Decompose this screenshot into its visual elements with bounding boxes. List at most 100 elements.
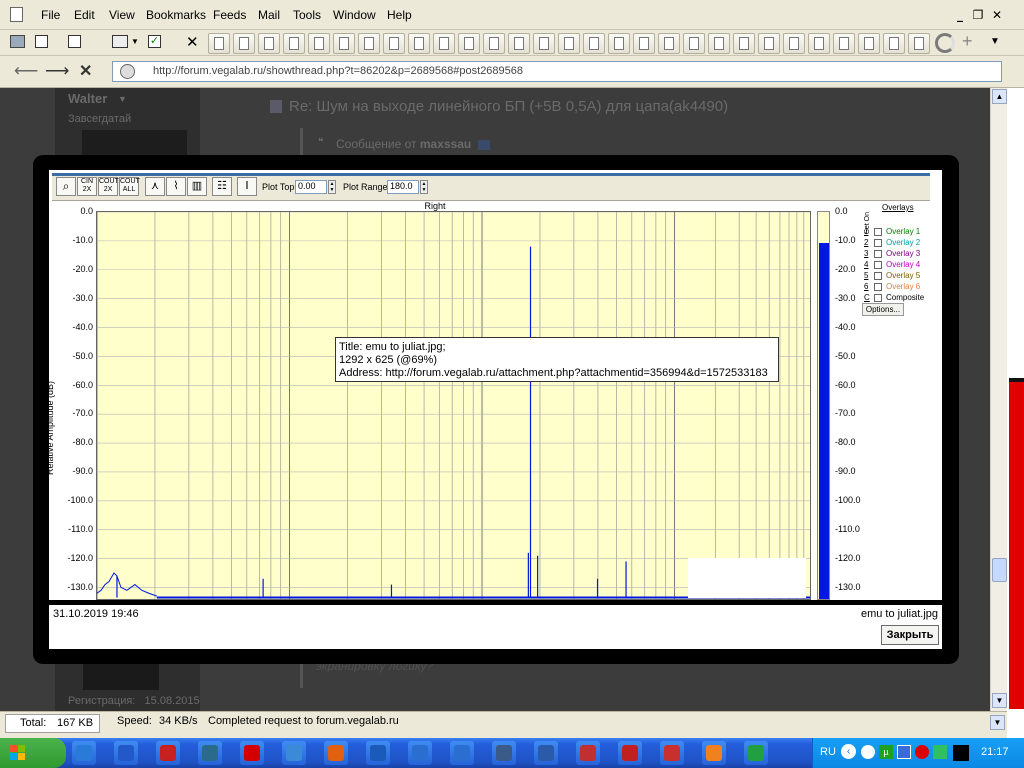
taskbar-app-button[interactable] (72, 741, 96, 765)
frame-icon[interactable] (35, 35, 48, 48)
taskbar-app-button[interactable] (492, 741, 516, 765)
scroll-thumb[interactable] (992, 558, 1007, 582)
options-button[interactable]: Options... (862, 303, 904, 316)
browser-tab[interactable] (383, 33, 405, 54)
taskbar-app-button[interactable] (114, 741, 138, 765)
forward-icon[interactable]: ⟶ (45, 61, 69, 81)
browser-tab[interactable] (558, 33, 580, 54)
browser-tab[interactable] (758, 33, 780, 54)
browser-tab[interactable] (783, 33, 805, 54)
taskbar-app-button[interactable] (744, 741, 768, 765)
zoom-all-button[interactable]: COUT ALL (119, 177, 140, 196)
scroll-up-icon[interactable]: ▲ (992, 89, 1007, 104)
bar-mode-icon[interactable]: ⌇ (166, 177, 186, 196)
menu-bookmarks[interactable]: Bookmarks (146, 8, 206, 22)
tray-sync-icon[interactable] (933, 745, 947, 759)
overlay-checkbox[interactable] (874, 250, 882, 258)
browser-tab[interactable] (283, 33, 305, 54)
tray-network-icon[interactable] (897, 745, 911, 759)
view-post-icon[interactable] (478, 140, 490, 150)
taskbar-app-button[interactable] (660, 741, 684, 765)
browser-tab[interactable] (908, 33, 930, 54)
user-menu-icon[interactable]: ▼ (118, 94, 127, 104)
status-scroll-down-icon[interactable]: ▼ (990, 715, 1005, 730)
plot-top-input[interactable]: 0.00 (295, 180, 327, 194)
browser-tab[interactable] (858, 33, 880, 54)
menu-help[interactable]: Help (387, 8, 412, 22)
menu-mail[interactable]: Mail (258, 8, 280, 22)
new-tab-icon[interactable]: + (962, 31, 973, 52)
browser-tab[interactable] (708, 33, 730, 54)
address-bar[interactable]: http://forum.vegalab.ru/showthread.php?t… (112, 61, 1002, 82)
browser-tab[interactable] (608, 33, 630, 54)
plot-range-input[interactable]: 180.0 (387, 180, 419, 194)
taskbar-app-button[interactable] (282, 741, 306, 765)
tray-utorrent-icon[interactable]: µ (879, 745, 893, 759)
browser-tab[interactable] (208, 33, 230, 54)
close-lightbox-button[interactable]: Закрыть (881, 625, 939, 645)
browser-tab[interactable] (508, 33, 530, 54)
page-scrollbar[interactable]: ▲ ▼ (990, 88, 1007, 711)
tab-list-icon[interactable]: ▼ (990, 36, 1000, 47)
taskbar-app-button[interactable] (534, 741, 558, 765)
tray-console-icon[interactable] (953, 745, 969, 761)
taskbar-app-button[interactable] (408, 741, 432, 765)
browser-tab[interactable] (733, 33, 755, 54)
browser-tab[interactable] (883, 33, 905, 54)
menu-edit[interactable]: Edit (74, 8, 95, 22)
site-info-icon[interactable] (120, 64, 135, 79)
settings-icon[interactable]: ☷ (212, 177, 232, 196)
overlay-checkbox[interactable] (874, 283, 882, 291)
taskbar-app-button[interactable] (366, 741, 390, 765)
tray-expand-icon[interactable]: ‹ (841, 744, 856, 759)
browser-tab[interactable] (408, 33, 430, 54)
menu-file[interactable]: File (41, 8, 60, 22)
browser-tab[interactable] (333, 33, 355, 54)
username[interactable]: Walter (68, 91, 107, 106)
blank-page-icon[interactable] (68, 35, 81, 48)
browser-tab[interactable] (833, 33, 855, 54)
quote-author[interactable]: maxssau (420, 137, 471, 151)
browser-tab[interactable] (258, 33, 280, 54)
browser-tab[interactable] (358, 33, 380, 54)
browser-tab[interactable] (458, 33, 480, 54)
browser-tab[interactable] (633, 33, 655, 54)
browser-tab[interactable] (683, 33, 705, 54)
browser-tab[interactable] (658, 33, 680, 54)
menu-view[interactable]: View (109, 8, 135, 22)
taskbar-app-button[interactable] (618, 741, 642, 765)
browser-tab[interactable] (583, 33, 605, 54)
taskbar-app-button[interactable] (198, 741, 222, 765)
cursor-icon[interactable]: Ⅰ (237, 177, 257, 196)
close-tab-icon[interactable]: ✕ (186, 33, 199, 51)
menu-tools[interactable]: Tools (293, 8, 321, 22)
panel-icon[interactable] (112, 35, 128, 48)
taskbar-app-button[interactable] (324, 741, 348, 765)
taskbar-app-button[interactable] (240, 741, 264, 765)
browser-tab[interactable] (233, 33, 255, 54)
taskbar-app-button[interactable] (450, 741, 474, 765)
close-window-button[interactable]: ✕ (988, 7, 1006, 23)
checkbox-icon[interactable]: ✓ (148, 35, 161, 48)
plot-range-spinner[interactable]: ▲ ▼ (420, 180, 428, 194)
browser-tab[interactable] (483, 33, 505, 54)
taskbar-app-button[interactable] (702, 741, 726, 765)
taskbar-app-button[interactable] (156, 741, 180, 765)
browser-tab[interactable] (308, 33, 330, 54)
minimize-button[interactable]: _ (951, 7, 969, 23)
zoom-out-button[interactable]: COUT 2X (98, 177, 119, 196)
back-icon[interactable]: ⟵ (14, 61, 38, 81)
language-indicator[interactable]: RU (820, 746, 836, 758)
plot-top-spinner[interactable]: ▲ ▼ (328, 180, 336, 194)
zoom-icon[interactable]: ⌕ (56, 177, 76, 196)
browser-tab[interactable] (533, 33, 555, 54)
overlay-checkbox[interactable] (874, 261, 882, 269)
taskbar-app-button[interactable] (576, 741, 600, 765)
start-button[interactable] (0, 738, 66, 768)
tray-opera-icon[interactable] (915, 745, 929, 759)
overlay-checkbox[interactable] (874, 294, 882, 302)
overlay-checkbox[interactable] (874, 272, 882, 280)
chevron-down-icon[interactable]: ▼ (131, 37, 139, 46)
tray-app-icon[interactable] (861, 745, 875, 759)
menu-window[interactable]: Window (333, 8, 376, 22)
